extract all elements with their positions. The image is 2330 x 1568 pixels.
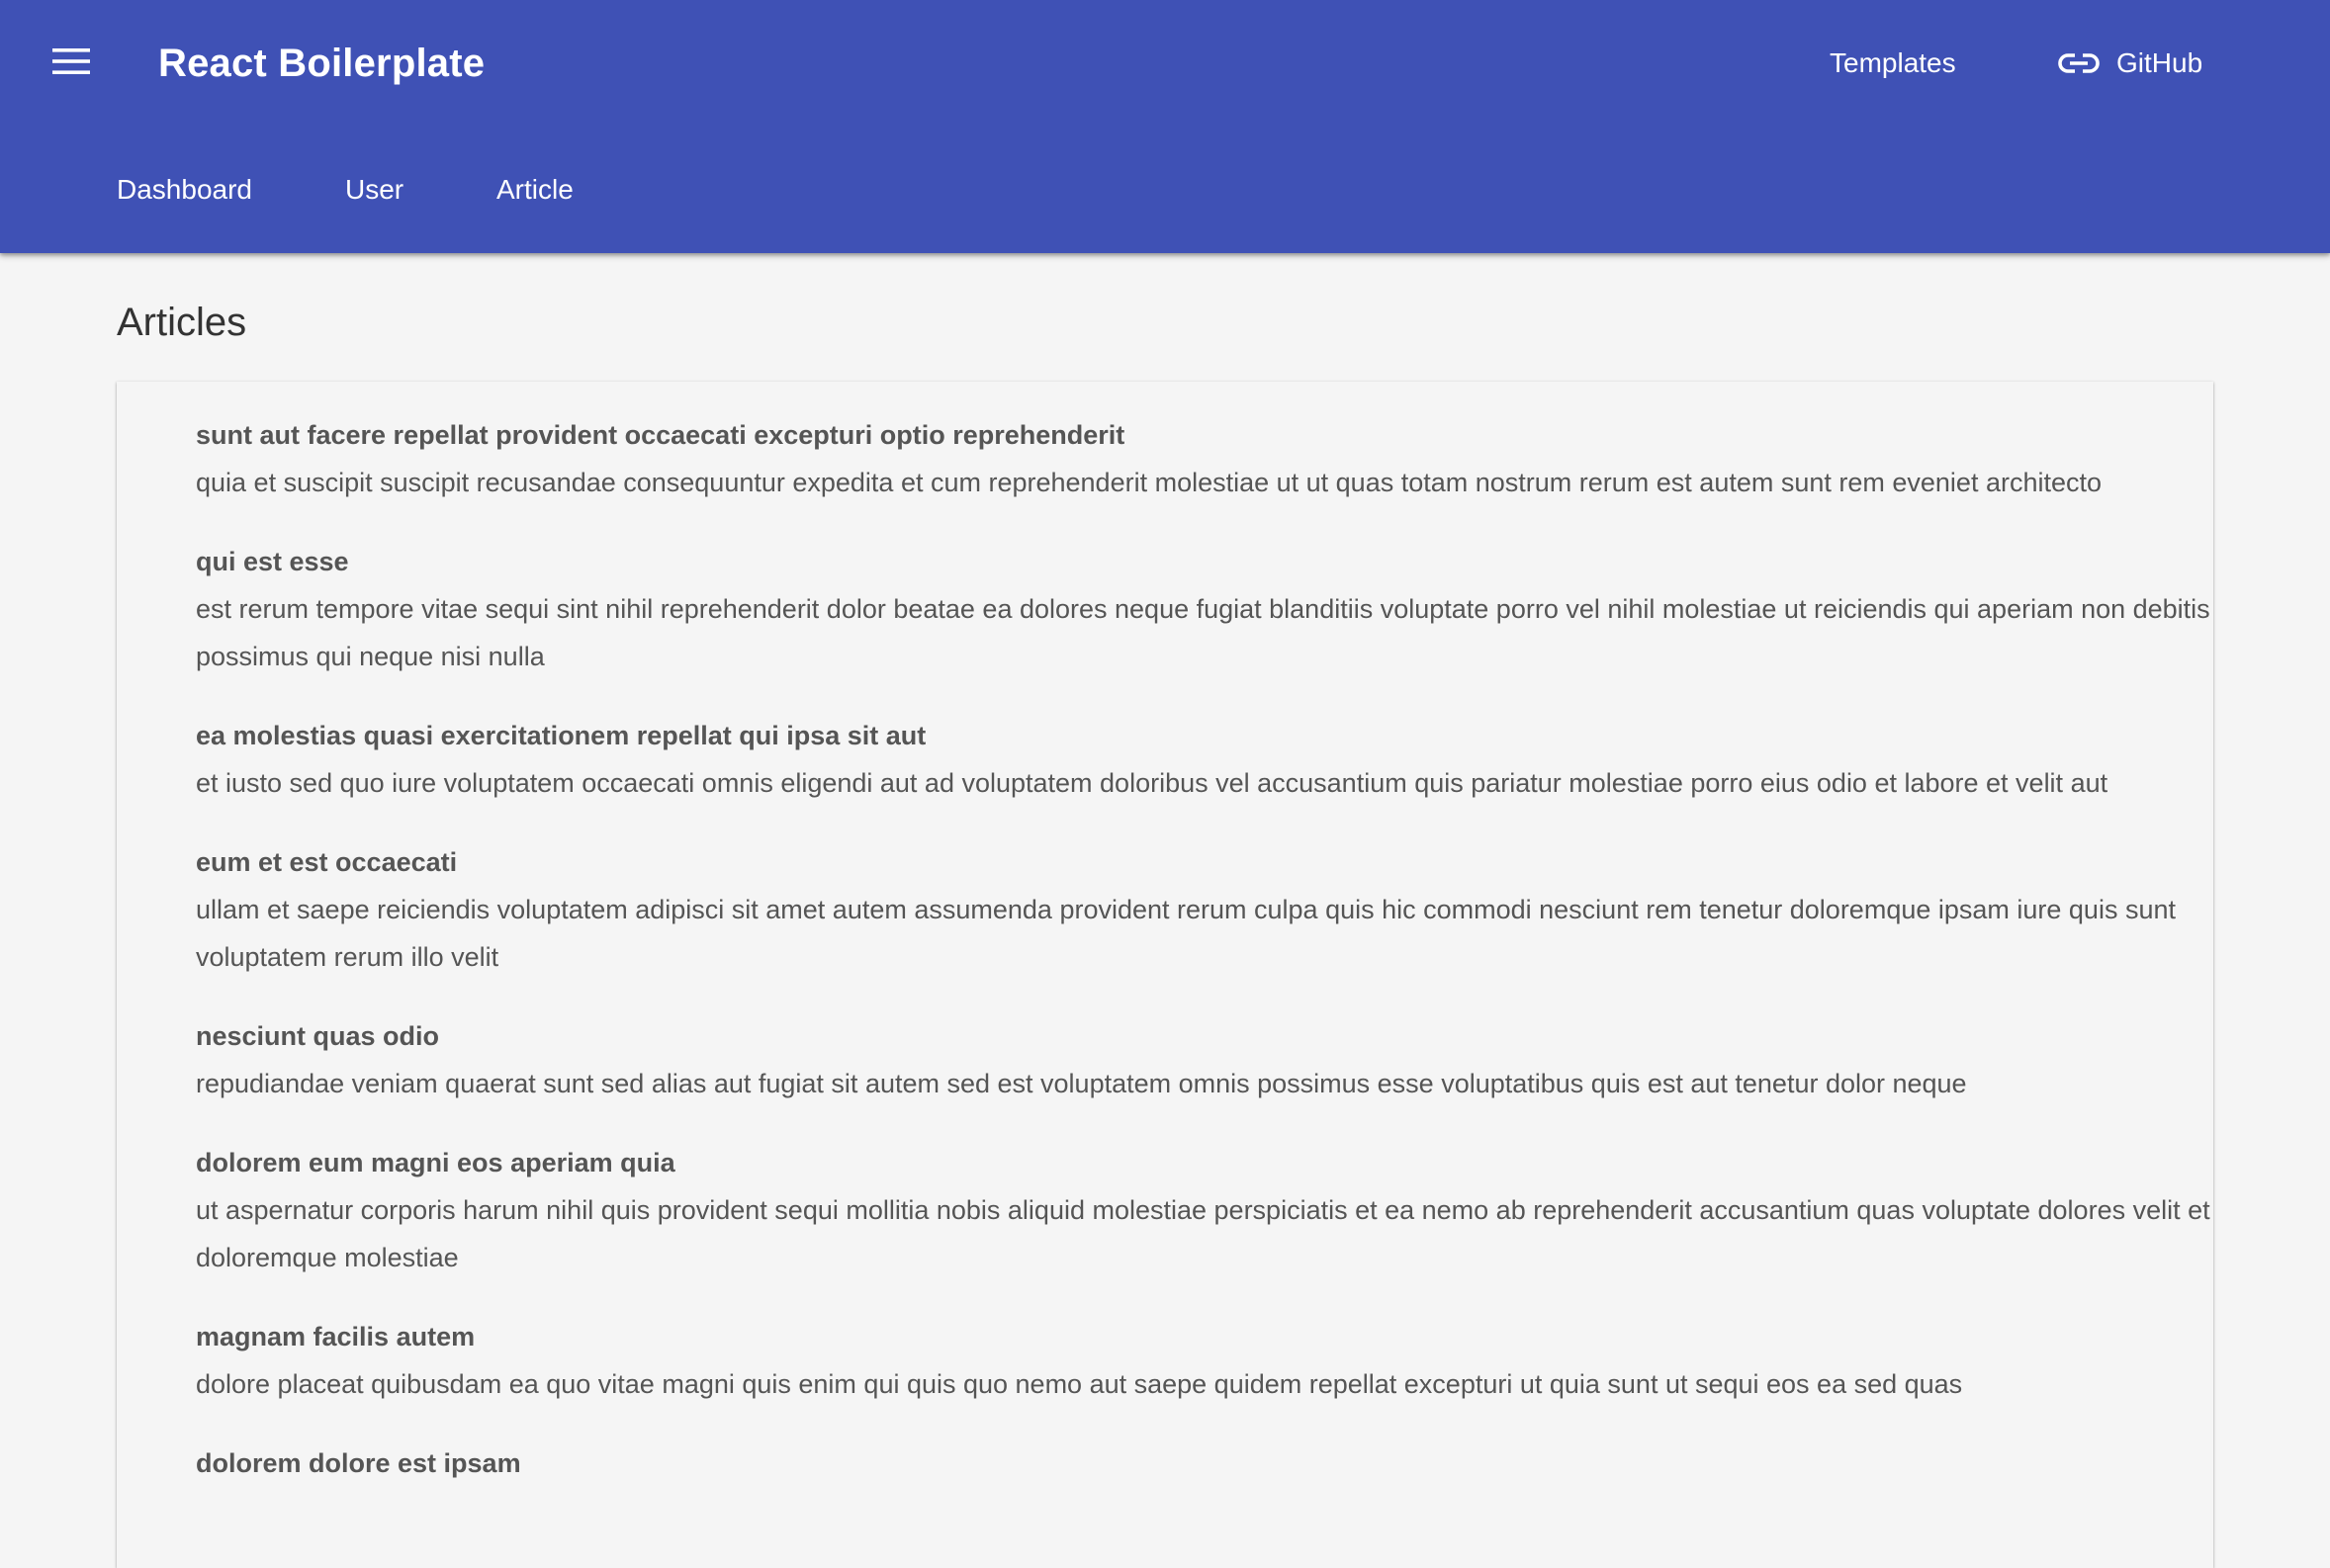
github-label: GitHub xyxy=(2116,47,2203,78)
article-body: et iusto sed quo iure voluptatem occaeca… xyxy=(196,768,2108,798)
list-item[interactable]: ea molestias quasi exercitationem repell… xyxy=(196,712,2213,807)
templates-button[interactable]: Templates xyxy=(1830,38,1956,89)
tab-bar: Dashboard User Article xyxy=(0,127,2330,253)
tab-article[interactable]: Article xyxy=(496,170,574,210)
article-title: nesciunt quas odio xyxy=(196,1021,440,1051)
article-title: eum et est occaecati xyxy=(196,847,458,877)
app-title: React Boilerplate xyxy=(158,42,486,85)
toolbar: React Boilerplate Templates GitHub xyxy=(0,0,2330,127)
list-item[interactable]: sunt aut facere repellat provident occae… xyxy=(196,411,2213,506)
link-icon xyxy=(2057,51,2101,75)
article-title: sunt aut facere repellat provident occae… xyxy=(196,420,1125,450)
page-title: Articles xyxy=(117,301,247,344)
main-content: Articles sunt aut facere repellat provid… xyxy=(0,253,2330,1568)
list-item[interactable]: magnam facilis autem dolore placeat quib… xyxy=(196,1313,2213,1408)
list-item[interactable]: qui est esse est rerum tempore vitae seq… xyxy=(196,538,2213,680)
article-body: ut aspernatur corporis harum nihil quis … xyxy=(196,1195,2210,1272)
app-bar: React Boilerplate Templates GitHub Dashb… xyxy=(0,0,2330,253)
menu-button[interactable] xyxy=(36,36,107,91)
article-title: dolorem eum magni eos aperiam quia xyxy=(196,1148,675,1177)
article-title: ea molestias quasi exercitationem repell… xyxy=(196,721,927,750)
article-body: repudiandae veniam quaerat sunt sed alia… xyxy=(196,1069,1967,1098)
menu-icon xyxy=(52,47,90,80)
tab-dashboard[interactable]: Dashboard xyxy=(117,170,252,210)
tab-user[interactable]: User xyxy=(345,170,403,210)
list-item[interactable]: dolorem dolore est ipsam xyxy=(196,1439,2213,1487)
article-body: est rerum tempore vitae sequi sint nihil… xyxy=(196,594,2210,671)
github-button[interactable]: GitHub xyxy=(2057,38,2202,89)
templates-label: Templates xyxy=(1830,47,1956,78)
list-item[interactable]: dolorem eum magni eos aperiam quia ut as… xyxy=(196,1139,2213,1281)
article-body: dolore placeat quibusdam ea quo vitae ma… xyxy=(196,1369,1963,1399)
list-item[interactable]: eum et est occaecati ullam et saepe reic… xyxy=(196,838,2213,981)
article-list: sunt aut facere repellat provident occae… xyxy=(196,411,2213,1519)
article-body: ullam et saepe reiciendis voluptatem adi… xyxy=(196,895,2176,972)
article-title: dolorem dolore est ipsam xyxy=(196,1448,521,1478)
articles-card: sunt aut facere repellat provident occae… xyxy=(117,382,2213,1568)
article-title: qui est esse xyxy=(196,547,349,576)
article-body: quia et suscipit suscipit recusandae con… xyxy=(196,468,2103,497)
list-item[interactable]: nesciunt quas odio repudiandae veniam qu… xyxy=(196,1012,2213,1107)
article-title: magnam facilis autem xyxy=(196,1322,476,1351)
